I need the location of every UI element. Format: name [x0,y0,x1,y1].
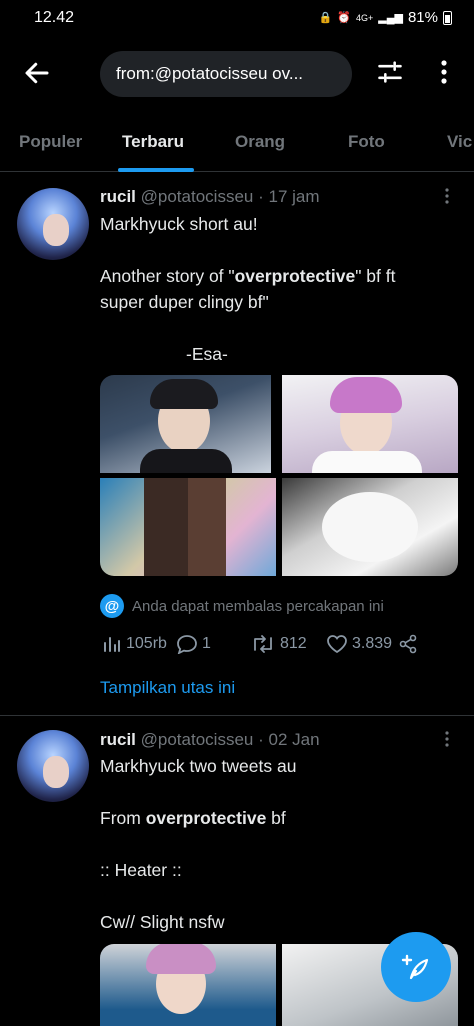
battery-icon [443,10,452,25]
tweet-body: Markhyuck two tweets au From overprotect… [100,753,460,935]
at-sign-icon: @ [100,594,124,618]
tweet-line: super duper clingy bf" [100,292,269,312]
like-button[interactable]: 3.839 [326,634,392,654]
tweet-line: From overprotective bf [100,808,286,828]
views-icon [104,637,120,652]
tweet-header: rucil @potatocisseu · 17 jam [100,187,320,206]
battery-level: 81% [407,9,438,26]
author-handle: @potatocisseu [140,187,254,206]
media-grid[interactable] [100,375,458,576]
tab-orang[interactable]: Orang [235,132,285,152]
photo-4[interactable] [282,478,458,576]
author-name[interactable]: rucil [100,187,136,206]
avatar[interactable] [17,730,89,802]
tab-terbaru[interactable]: Terbaru [122,132,184,152]
author-handle: @potatocisseu [140,730,254,749]
tab-foto[interactable]: Foto [348,132,385,152]
reply-permission-note: @ Anda dapat membalas percakapan ini [100,594,384,618]
tweet-line: Markhyuck short au! [100,214,258,234]
search-header: from:@potatocisseu ov... [0,46,474,102]
tweet-line: Cw// Slight nsfw [100,912,225,932]
active-tab-indicator [118,168,194,172]
tweet-body: Markhyuck short au! Another story of "ov… [100,211,460,367]
tab-video[interactable]: Vic [447,132,472,152]
tweet-1[interactable]: rucil @potatocisseu · 17 jam Markhyuck s… [0,176,474,716]
tweet-line: -Esa- [186,344,228,364]
more-vertical-icon[interactable] [440,729,454,749]
retweet-icon [254,635,272,653]
network-label: 4G+ [355,12,374,23]
tab-populer[interactable]: Populer [19,132,82,152]
status-bar: 12.42 🔒 ⏰ 4G+ ▂▄▆ 81% [0,0,474,38]
heart-icon [327,635,347,654]
compose-feather-icon [401,954,429,980]
views-button[interactable]: 105rb [102,634,167,654]
sliders-icon[interactable] [376,58,404,86]
lock-icon: 🔒 [318,11,333,24]
tweet-line: Markhyuck two tweets au [100,756,297,776]
photo-1[interactable] [100,375,271,473]
tweet-time: 02 Jan [268,730,320,749]
status-icons: 🔒 ⏰ 4G+ ▂▄▆ 81% [319,9,452,26]
tweet-actions: 105rb 1 812 3.839 [100,634,460,658]
reply-button[interactable]: 1 [176,634,211,654]
status-time: 12.42 [34,9,75,26]
retweet-button[interactable]: 812 [250,634,307,654]
avatar[interactable] [17,188,89,260]
photo-3[interactable] [100,478,276,576]
share-icon [399,634,417,654]
tweet-line: Another story of "overprotective" bf ft [100,266,396,286]
show-thread-link[interactable]: Tampilkan utas ini [100,678,235,698]
tweet-time: 17 jam [268,187,320,206]
tweet-line: :: Heater :: [100,860,182,880]
arrow-left-icon[interactable] [22,58,52,88]
more-vertical-icon[interactable] [440,186,454,206]
search-input[interactable]: from:@potatocisseu ov... [100,51,352,97]
tweet-header: rucil @potatocisseu · 02 Jan [100,730,320,749]
compose-button[interactable] [381,932,451,1002]
search-tabs: Populer Terbaru Orang Foto Vic [0,118,474,172]
photo-2[interactable] [282,375,458,473]
share-button[interactable] [398,634,418,654]
photo-1[interactable] [100,944,276,1026]
more-vertical-icon[interactable] [434,58,454,86]
reply-icon [177,635,197,654]
signal-icon: ▂▄▆ [378,11,403,24]
author-name[interactable]: rucil [100,730,136,749]
alarm-icon: ⏰ [337,11,351,24]
